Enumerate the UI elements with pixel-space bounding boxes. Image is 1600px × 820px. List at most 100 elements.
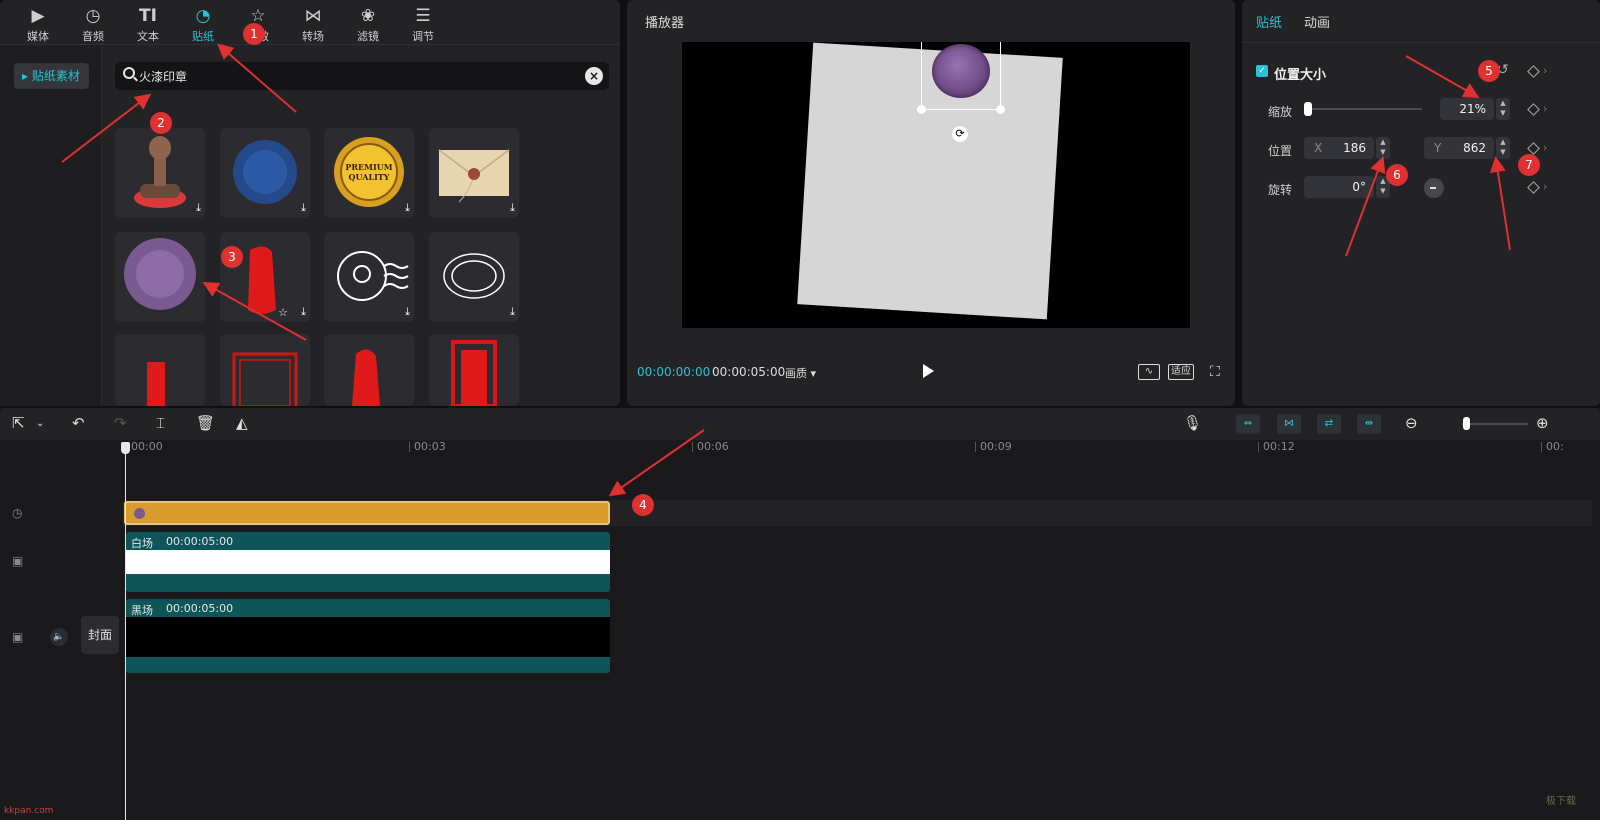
keyframe-icon[interactable]	[1527, 65, 1540, 78]
annotation-badge: 4	[632, 494, 654, 516]
sticker-oval-stamp[interactable]: ⤓	[429, 232, 519, 322]
sticker-envelope[interactable]: ⤓	[429, 128, 519, 218]
annotation-badge: 2	[150, 112, 172, 134]
split-icon[interactable]: ⌶	[156, 414, 165, 432]
y-value: 862	[1463, 141, 1486, 155]
sticker-red-frame[interactable]	[220, 334, 310, 406]
resize-handle[interactable]	[917, 105, 926, 114]
chevron-right-icon[interactable]: ›	[1543, 180, 1547, 193]
rotation-input[interactable]: 0°	[1304, 176, 1374, 198]
checkbox-icon[interactable]: ✓	[1256, 65, 1268, 77]
play-icon[interactable]	[923, 364, 934, 378]
tab-audio[interactable]: ◷ 音频	[71, 4, 115, 44]
download-icon[interactable]: ⤓	[510, 201, 515, 215]
playhead[interactable]	[125, 444, 126, 820]
zoom-slider[interactable]	[1462, 423, 1528, 425]
tab-media[interactable]: ▶ 媒体	[16, 4, 60, 44]
sticker-clip[interactable]	[124, 501, 610, 525]
sticker-track-icon: ◷	[12, 506, 23, 520]
fit-button[interactable]: 适应	[1168, 364, 1194, 380]
rotation-dial[interactable]	[1424, 178, 1444, 198]
download-icon[interactable]: ⤓	[510, 305, 515, 319]
clear-search-icon[interactable]: ×	[585, 67, 603, 85]
auto-snap-icon[interactable]: ⋈	[1277, 414, 1301, 434]
chevron-right-icon[interactable]: ›	[1543, 141, 1547, 154]
tab-sticker-props[interactable]: 贴纸	[1256, 12, 1282, 31]
sidebar-item-sticker-assets[interactable]: ▸ 贴纸素材	[14, 63, 89, 89]
preview-axis-icon[interactable]: ⇹	[1357, 414, 1381, 434]
scale-input[interactable]: 21%	[1440, 98, 1494, 120]
link-icon[interactable]: ⇄	[1317, 414, 1341, 434]
scale-stepper[interactable]: ▲ ▼	[1496, 98, 1510, 120]
tab-animation[interactable]: 动画	[1304, 12, 1330, 31]
tab-sticker[interactable]: ◔ 贴纸	[181, 4, 225, 44]
keyframe-icon[interactable]	[1527, 142, 1540, 155]
download-icon[interactable]: ⤓	[196, 201, 201, 215]
zoom-slider-knob[interactable]	[1463, 417, 1470, 430]
preview-canvas[interactable]: ⟳	[682, 42, 1190, 328]
download-icon[interactable]: ⤓	[405, 305, 410, 319]
scale-slider[interactable]	[1308, 108, 1422, 110]
white-clip[interactable]: 白场 00:00:05:00	[126, 532, 610, 592]
sticker-purple-seal[interactable]	[115, 232, 205, 322]
adjust-icon: ☰	[415, 6, 431, 26]
chevron-down-icon[interactable]: ⌄	[36, 418, 44, 429]
download-icon[interactable]: ⤓	[301, 305, 306, 319]
download-icon[interactable]: ⤓	[301, 201, 306, 215]
rotate-icon[interactable]: ⟳	[952, 126, 968, 142]
zoom-out-icon[interactable]: ⊖	[1405, 414, 1418, 432]
download-icon[interactable]: ⤓	[405, 201, 410, 215]
cover-button[interactable]: 封面	[81, 616, 119, 654]
zoom-in-icon[interactable]: ⊕	[1536, 414, 1549, 432]
tab-transition[interactable]: ⋈ 转场	[291, 4, 335, 44]
wax-stamp-icon	[134, 136, 186, 208]
clip-thumbnail	[126, 550, 610, 574]
resize-handle[interactable]	[996, 105, 1005, 114]
chevron-right-icon[interactable]: ›	[1543, 102, 1547, 115]
delete-icon[interactable]: 🗑	[196, 414, 215, 432]
position-y-input[interactable]: Y 862	[1424, 137, 1494, 159]
oval-stamp-icon	[443, 253, 505, 299]
sticker-blue-seal[interactable]: ⤓	[220, 128, 310, 218]
tab-filter[interactable]: ❀ 滤镜	[346, 4, 390, 44]
main-track-icon: ▣	[12, 630, 24, 644]
position-x-input[interactable]: X 186	[1304, 137, 1374, 159]
clip-thumbnail	[126, 617, 610, 657]
tab-text[interactable]: TI 文本	[126, 4, 170, 44]
search-input[interactable]: 火漆印章	[139, 68, 187, 85]
snap-main-track-icon[interactable]: ⇔	[1236, 414, 1260, 434]
scale-slider-knob[interactable]	[1304, 102, 1312, 116]
mute-icon[interactable]: 🔈	[50, 628, 68, 646]
undo-icon[interactable]: ↶	[72, 414, 85, 432]
search-bar[interactable]: 火漆印章 ×	[115, 62, 609, 90]
tab-filter-label: 滤镜	[357, 30, 379, 43]
black-clip[interactable]: 黑场 00:00:05:00	[126, 599, 610, 673]
asset-panel: ▶ 媒体 ◷ 音频 TI 文本 ◔ 贴纸 ☆ 特效 ⋈ 转场 ❀ 滤镜 ☰ 调节…	[0, 0, 620, 406]
sticker-red-bar[interactable]	[115, 334, 205, 406]
sticker-icon: ◔	[195, 6, 211, 26]
y-stepper[interactable]: ▲ ▼	[1496, 137, 1510, 159]
select-tool-icon[interactable]: ⇱	[12, 414, 25, 432]
tab-adjust[interactable]: ☰ 调节	[401, 4, 445, 44]
quality-dropdown[interactable]: 画质 ▾	[785, 365, 816, 381]
sticker-wax-stamp[interactable]: ⤓	[115, 128, 205, 218]
search-icon	[123, 67, 135, 79]
keyframe-icon[interactable]	[1527, 103, 1540, 116]
sticker-postmark[interactable]: ⤓	[324, 232, 414, 322]
mirror-icon[interactable]: ◭	[236, 414, 248, 432]
favorite-icon[interactable]: ☆	[278, 306, 288, 319]
sticker-premium-quality[interactable]: PREMIUM QUALITY ⤓	[324, 128, 414, 218]
waveform-icon[interactable]: ∿	[1138, 364, 1160, 380]
x-stepper[interactable]: ▲ ▼	[1376, 137, 1390, 159]
keyframe-icon[interactable]	[1527, 181, 1540, 194]
rotation-label: 旋转	[1268, 183, 1293, 197]
redo-icon[interactable]: ↷	[114, 414, 127, 432]
tab-transition-label: 转场	[302, 30, 324, 43]
sticker-red-blob[interactable]	[324, 334, 414, 406]
fullscreen-icon[interactable]: ⛶	[1210, 364, 1220, 380]
microphone-icon[interactable]: 🎙	[1183, 414, 1202, 432]
x-value: 186	[1343, 141, 1366, 155]
wax-seal-sticker[interactable]	[932, 44, 990, 98]
chevron-right-icon[interactable]: ›	[1543, 64, 1547, 77]
sticker-red-box[interactable]	[429, 334, 519, 406]
